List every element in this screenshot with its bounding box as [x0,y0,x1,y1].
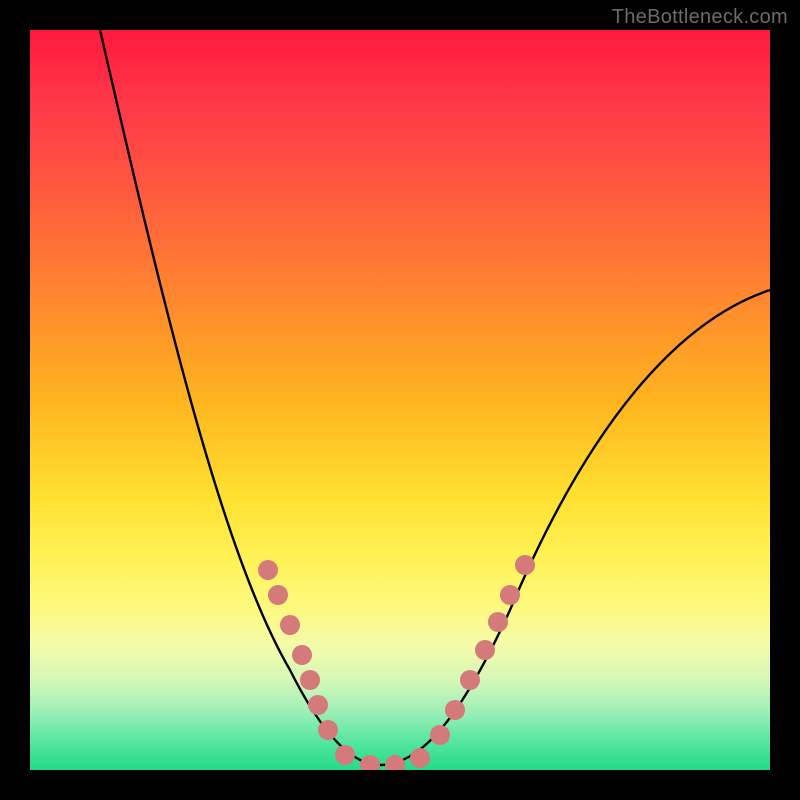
plot-area [30,30,770,770]
curve-marker [360,755,380,770]
curve-marker [268,585,288,605]
curve-marker [258,560,278,580]
curve-marker [300,670,320,690]
curve-marker [385,755,405,770]
curve-marker [488,612,508,632]
curve-markers [258,555,535,770]
curve-marker [500,585,520,605]
curve-marker [318,720,338,740]
curve-marker [335,745,355,765]
curve-marker [460,670,480,690]
curve-marker [430,725,450,745]
curve-marker [515,555,535,575]
curve-marker [292,645,312,665]
curve-marker [445,700,465,720]
curve-layer [30,30,770,770]
bottleneck-curve [100,30,770,765]
curve-marker [475,640,495,660]
curve-marker [280,615,300,635]
chart-frame: TheBottleneck.com [0,0,800,800]
curve-marker [410,748,430,768]
curve-marker [308,695,328,715]
watermark-label: TheBottleneck.com [612,6,788,29]
